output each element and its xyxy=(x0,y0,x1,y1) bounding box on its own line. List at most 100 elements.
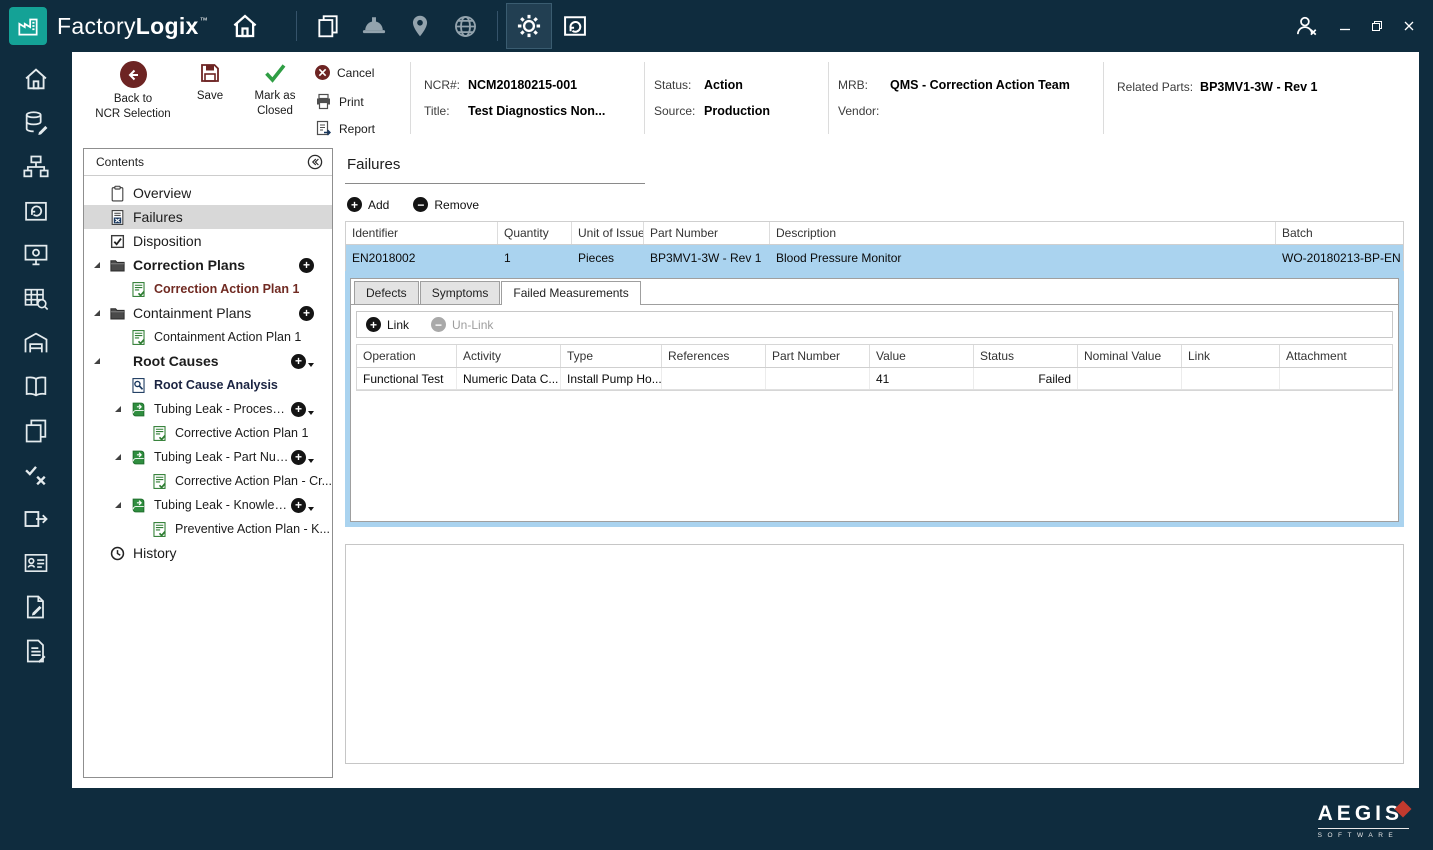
sidebar-document-edit-icon[interactable] xyxy=(21,592,51,622)
sidebar-npi-icon[interactable] xyxy=(21,196,51,226)
tree-item-corrective-action-plan-1[interactable]: Corrective Action Plan 1 xyxy=(84,421,332,445)
add-button[interactable]: + xyxy=(291,450,314,465)
back-to-ncr-selection-button[interactable]: Back toNCR Selection xyxy=(88,61,178,122)
sidebar-table-search-icon[interactable] xyxy=(21,284,51,314)
tree-item-root-cause-analysis[interactable]: Root Cause Analysis xyxy=(84,373,332,397)
column-header-operation[interactable]: Operation xyxy=(357,345,457,367)
column-header-value[interactable]: Value xyxy=(870,345,974,367)
tree-item-failures[interactable]: Failures xyxy=(84,205,332,229)
column-header-identifier[interactable]: Identifier xyxy=(346,222,498,244)
add-button[interactable]: + xyxy=(291,354,314,369)
failures-heading-wrap: Failures xyxy=(345,148,645,184)
column-header-activity[interactable]: Activity xyxy=(457,345,561,367)
tree-item-containment-action-plan-1[interactable]: Containment Action Plan 1 xyxy=(84,325,332,349)
user-logout-icon[interactable] xyxy=(1293,13,1319,39)
tree-item-tubing-leak-process-r[interactable]: Tubing Leak - Process R...+ xyxy=(84,397,332,421)
tab-defects[interactable]: Defects xyxy=(354,281,419,304)
expander-icon[interactable] xyxy=(115,454,121,460)
detail-tabs: DefectsSymptomsFailed Measurements xyxy=(351,279,1398,305)
globe-icon[interactable] xyxy=(443,3,489,49)
aegis-software-label: SOFTWARE xyxy=(1318,829,1409,839)
collapse-panel-icon[interactable] xyxy=(307,154,323,170)
remove-failure-button[interactable]: −Remove xyxy=(413,197,479,212)
expander-icon[interactable] xyxy=(115,502,121,508)
tree-item-history[interactable]: History xyxy=(84,541,332,565)
dropdown-caret-icon xyxy=(308,459,314,463)
column-header-nominal-value[interactable]: Nominal Value xyxy=(1078,345,1182,367)
documents-icon[interactable] xyxy=(305,3,351,49)
minimize-button[interactable] xyxy=(1339,20,1351,32)
book-icon xyxy=(130,401,147,418)
column-header-quantity[interactable]: Quantity xyxy=(498,222,572,244)
sidebar-transfer-icon[interactable] xyxy=(21,504,51,534)
add-button[interactable]: + xyxy=(291,498,314,513)
tree-item-preventive-action-plan-k[interactable]: Preventive Action Plan - K... xyxy=(84,517,332,541)
column-header-status[interactable]: Status xyxy=(974,345,1078,367)
settings-gear-icon[interactable] xyxy=(506,3,552,49)
cancel-button[interactable]: Cancel xyxy=(315,65,374,80)
save-button[interactable]: Save xyxy=(184,61,236,104)
column-header-part-number[interactable]: Part Number xyxy=(644,222,770,244)
sidebar-quality-check-icon[interactable] xyxy=(21,460,51,490)
tab-symptoms[interactable]: Symptoms xyxy=(420,281,501,304)
expander-icon[interactable] xyxy=(94,358,100,364)
production-helmet-icon[interactable] xyxy=(351,3,397,49)
sidebar-book-icon[interactable] xyxy=(21,372,51,402)
expander-icon[interactable] xyxy=(94,262,100,268)
home-icon[interactable] xyxy=(222,3,268,49)
add-button[interactable]: + xyxy=(299,306,314,321)
analysis-icon xyxy=(130,377,147,394)
add-failure-button[interactable]: +Add xyxy=(347,197,389,212)
tree-item-overview[interactable]: Overview xyxy=(84,181,332,205)
sidebar-report-edit-icon[interactable] xyxy=(21,636,51,666)
failures-section: Failures +Add −Remove IdentifierQuantity… xyxy=(345,148,1404,778)
npi-refresh-icon[interactable] xyxy=(552,3,598,49)
column-header-batch[interactable]: Batch xyxy=(1276,222,1403,244)
tree-item-correction-action-plan-1[interactable]: Correction Action Plan 1 xyxy=(84,277,332,301)
tree-item-tubing-leak-knowledg[interactable]: Tubing Leak - Knowledg...+ xyxy=(84,493,332,517)
expander-icon[interactable] xyxy=(115,406,121,412)
column-header-attachment[interactable]: Attachment xyxy=(1280,345,1392,367)
sidebar-org-chart-icon[interactable] xyxy=(21,152,51,182)
add-button[interactable]: + xyxy=(291,402,314,417)
column-header-unit-of-issue[interactable]: Unit of Issue xyxy=(572,222,644,244)
sidebar-monitor-icon[interactable] xyxy=(21,240,51,270)
contents-panel: Contents OverviewFailuresDispositionCorr… xyxy=(83,148,333,778)
location-pin-icon[interactable] xyxy=(397,3,443,49)
sidebar-home-icon[interactable] xyxy=(21,64,51,94)
tree-item-containment-plans[interactable]: Containment Plans+ xyxy=(84,301,332,325)
related-parts-value: BP3MV1-3W - Rev 1 xyxy=(1200,80,1317,94)
sidebar-documents-icon[interactable] xyxy=(21,416,51,446)
maximize-button[interactable] xyxy=(1371,20,1383,32)
column-header-description[interactable]: Description xyxy=(770,222,1276,244)
column-header-type[interactable]: Type xyxy=(561,345,662,367)
column-header-part-number[interactable]: Part Number xyxy=(766,345,870,367)
column-header-link[interactable]: Link xyxy=(1182,345,1280,367)
mark-as-closed-button[interactable]: Mark asClosed xyxy=(242,61,308,119)
cancel-icon xyxy=(315,65,330,80)
tree-item-correction-plans[interactable]: Correction Plans + xyxy=(84,253,332,277)
tree-item-label: Corrective Action Plan 1 xyxy=(175,426,308,440)
add-button[interactable]: + xyxy=(299,258,314,273)
tree-item-label: Correction Plans xyxy=(133,257,245,273)
unlink-button[interactable]: −Un-Link xyxy=(431,317,493,332)
tree-item-disposition[interactable]: Disposition xyxy=(84,229,332,253)
expander-icon[interactable] xyxy=(94,310,100,316)
sidebar-database-edit-icon[interactable] xyxy=(21,108,51,138)
status-value: Action xyxy=(704,78,743,92)
sidebar-warehouse-icon[interactable] xyxy=(21,328,51,358)
report-button[interactable]: Report xyxy=(315,120,375,137)
print-button[interactable]: Print xyxy=(315,93,364,110)
sidebar-id-card-icon[interactable] xyxy=(21,548,51,578)
tree-item-corrective-action-plan-cr[interactable]: Corrective Action Plan - Cr... xyxy=(84,469,332,493)
close-button[interactable] xyxy=(1403,20,1415,32)
table-row[interactable]: Functional TestNumeric Data C...Install … xyxy=(357,368,1392,390)
plus-icon: + xyxy=(299,306,314,321)
tree-item-tubing-leak-part-num[interactable]: Tubing Leak - Part Num...+ xyxy=(84,445,332,469)
tab-failed-measurements[interactable]: Failed Measurements xyxy=(501,281,640,305)
cell-unit-of-issue: Pieces xyxy=(572,245,644,271)
column-header-references[interactable]: References xyxy=(662,345,766,367)
link-button[interactable]: +Link xyxy=(366,317,409,332)
tree-item-root-causes[interactable]: Root Causes+ xyxy=(84,349,332,373)
table-row[interactable]: EN20180021PiecesBP3MV1-3W - Rev 1Blood P… xyxy=(346,245,1403,271)
